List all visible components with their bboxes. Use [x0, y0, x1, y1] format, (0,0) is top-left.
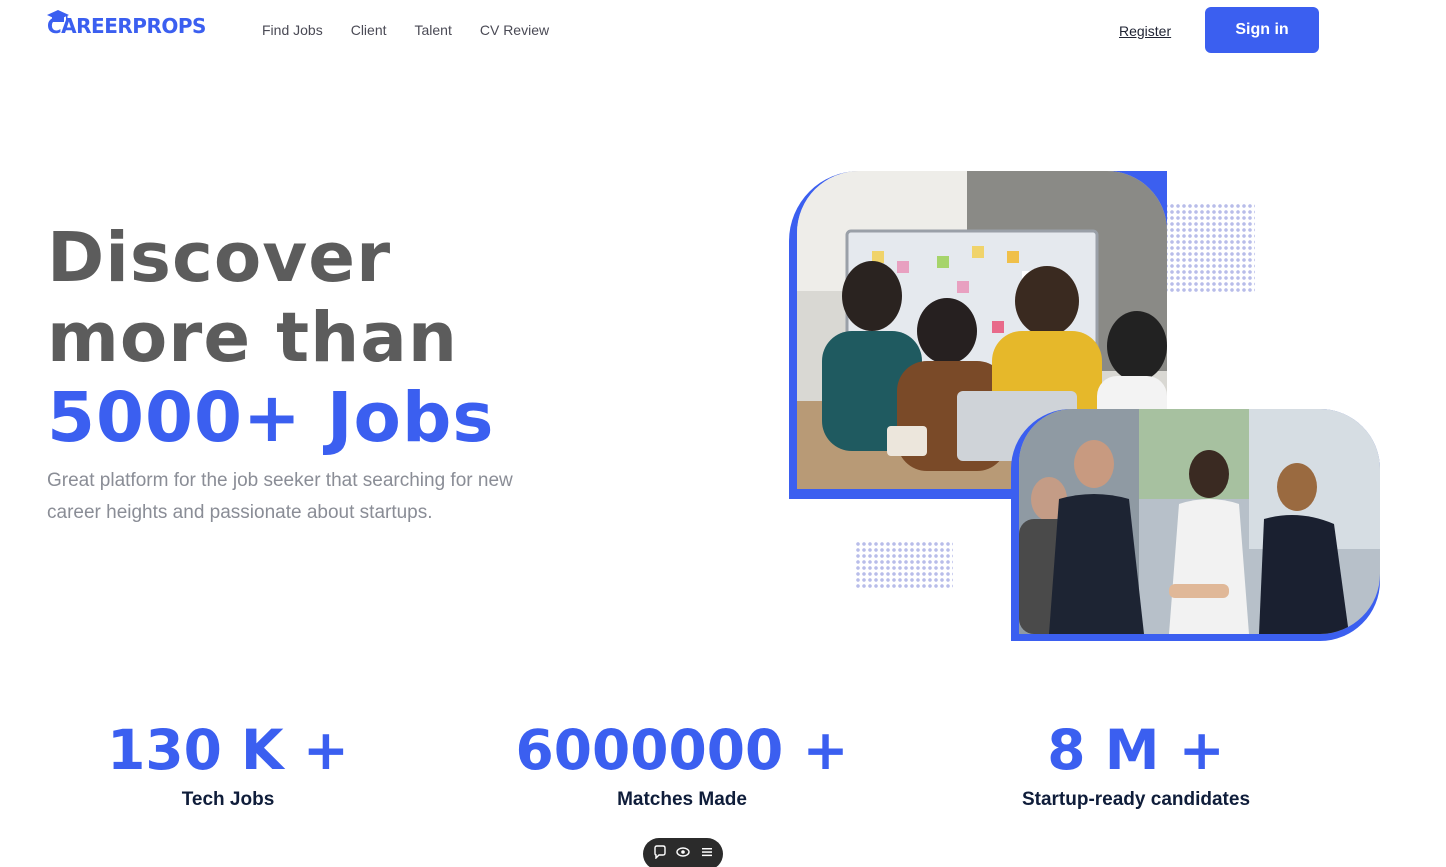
stat-value: 6000000 + [515, 718, 849, 782]
signin-button[interactable]: Sign in [1205, 7, 1319, 53]
logo[interactable]: CAREERPROPS [47, 10, 206, 42]
stat-tech-jobs: 130 K + Tech Jobs [78, 715, 378, 811]
stat-label: Tech Jobs [181, 789, 275, 810]
graduation-cap-icon [47, 10, 69, 22]
stat-value: 8 M + [1047, 718, 1225, 782]
stat-value: 130 K + [107, 718, 349, 782]
page: CAREERPROPS Find Jobs Client Talent CV R… [0, 0, 1446, 867]
hero-subtitle: Great platform for the job seeker that s… [47, 470, 513, 523]
hero-title: Discover more than 5000+ Jobs [47, 218, 494, 458]
hero-title-line-1: Discover [47, 218, 392, 298]
nav-find-jobs[interactable]: Find Jobs [262, 21, 323, 39]
eye-icon[interactable] [676, 845, 690, 859]
chat-icon[interactable] [653, 845, 667, 860]
logo-text: CAREERPROPS [47, 14, 206, 38]
handshake-photo [1019, 409, 1380, 634]
stat-label: Matches Made [617, 789, 747, 810]
dot-pattern-bottom [855, 541, 953, 589]
register-link[interactable]: Register [1119, 22, 1171, 40]
nav-cv-review[interactable]: CV Review [480, 21, 549, 39]
stat-label: Startup-ready candidates [1021, 789, 1251, 810]
main-nav: Find Jobs Client Talent CV Review [262, 21, 549, 39]
floating-toolbar [643, 838, 723, 867]
menu-icon[interactable] [700, 845, 714, 859]
dot-pattern-top [1157, 203, 1255, 293]
hero-title-line-2: more than [47, 298, 458, 378]
nav-client[interactable]: Client [351, 21, 387, 39]
hero-title-line-3: 5000+ Jobs [47, 378, 495, 458]
stat-startup-candidates: 8 M + Startup-ready candidates [986, 715, 1286, 811]
nav-talent[interactable]: Talent [415, 21, 452, 39]
stat-matches-made: 6000000 + Matches Made [482, 715, 882, 811]
